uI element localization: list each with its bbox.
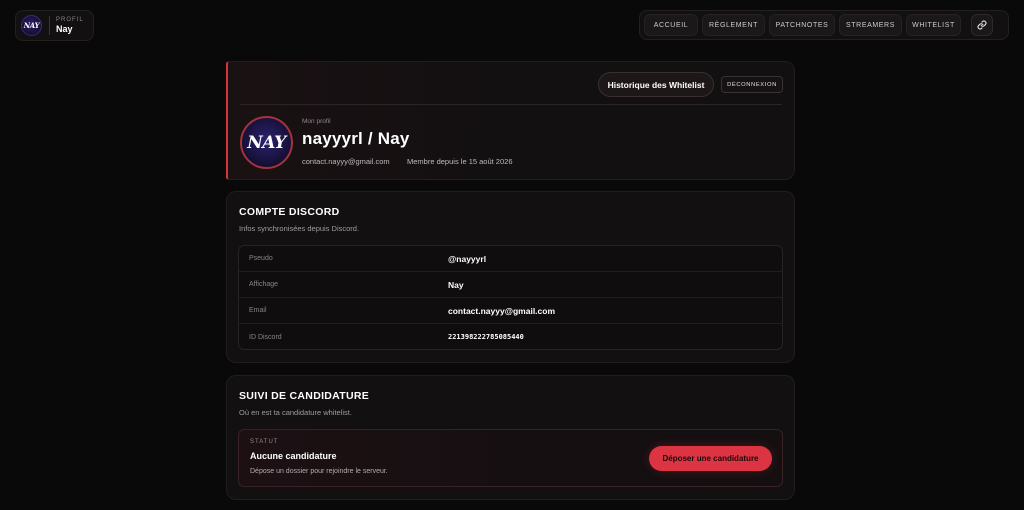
whitelist-history-button[interactable]: Historique des Whitelist xyxy=(598,72,714,97)
profile-chip[interactable]: NAY PROFIL Nay xyxy=(15,10,94,41)
logout-button[interactable]: DÉCONNEXION xyxy=(721,76,783,93)
row-value-affichage: Nay xyxy=(448,279,464,290)
discord-info-table: Pseudo @nayyyrl Affichage Nay Email cont… xyxy=(238,245,783,350)
profile-section-label: Mon profil xyxy=(302,118,331,125)
application-card-subtitle: Où en est ta candidature whitelist. xyxy=(239,408,352,417)
application-tracking-card: SUIVI DE CANDIDATURE Où en est ta candid… xyxy=(226,375,795,500)
profile-email: contact.nayyy@gmail.com xyxy=(302,157,390,166)
nav-whitelist[interactable]: WHITELIST xyxy=(906,14,961,36)
link-button[interactable] xyxy=(971,14,993,36)
status-label: STATUT xyxy=(250,439,279,445)
row-value-email: contact.nayyy@gmail.com xyxy=(448,305,556,316)
row-key-pseudo: Pseudo xyxy=(249,255,273,262)
member-since: Membre depuis le 15 août 2026 xyxy=(407,157,513,166)
submit-application-button[interactable]: Déposer une candidature xyxy=(649,446,772,471)
row-key-discord-id: ID Discord xyxy=(249,333,282,341)
status-value: Aucune candidature xyxy=(250,451,337,461)
row-key-email: Email xyxy=(249,307,267,314)
chip-divider xyxy=(49,16,50,35)
row-key-affichage: Affichage xyxy=(249,281,279,288)
top-nav: ACCUEIL RÈGLEMENT PATCHNOTES STREAMERS W… xyxy=(639,10,1009,40)
nav-streamers[interactable]: STREAMERS xyxy=(839,14,902,36)
table-row: ID Discord 221398222785085440 xyxy=(239,324,782,349)
avatar: NAY xyxy=(21,15,42,36)
nav-accueil[interactable]: ACCUEIL xyxy=(644,14,698,36)
discord-card-subtitle: Infos synchronisées depuis Discord. xyxy=(239,224,360,233)
link-icon xyxy=(977,20,987,30)
profile-card: Historique des Whitelist DÉCONNEXION NAY… xyxy=(226,61,795,180)
nav-patchnotes[interactable]: PATCHNOTES xyxy=(769,14,835,36)
chip-text: PROFIL Nay xyxy=(56,17,84,34)
divider xyxy=(240,104,782,105)
row-value-pseudo: @nayyyrl xyxy=(448,253,487,264)
profile-label: PROFIL xyxy=(56,17,84,23)
application-status-box: STATUT Aucune candidature Dépose un doss… xyxy=(238,429,783,487)
profile-avatar: NAY xyxy=(240,116,293,169)
table-row: Affichage Nay xyxy=(239,272,782,298)
profile-name: Nay xyxy=(56,24,73,34)
application-card-title: SUIVI DE CANDIDATURE xyxy=(239,390,370,402)
discord-card-title: COMPTE DISCORD xyxy=(239,206,340,218)
row-value-discord-id: 221398222785085440 xyxy=(448,333,524,341)
table-row: Pseudo @nayyyrl xyxy=(239,246,782,272)
profile-title: nayyyrl / Nay xyxy=(302,129,410,148)
status-description: Dépose un dossier pour rejoindre le serv… xyxy=(250,468,388,475)
table-row: Email contact.nayyy@gmail.com xyxy=(239,298,782,324)
nav-reglement[interactable]: RÈGLEMENT xyxy=(702,14,765,36)
discord-account-card: COMPTE DISCORD Infos synchronisées depui… xyxy=(226,191,795,363)
